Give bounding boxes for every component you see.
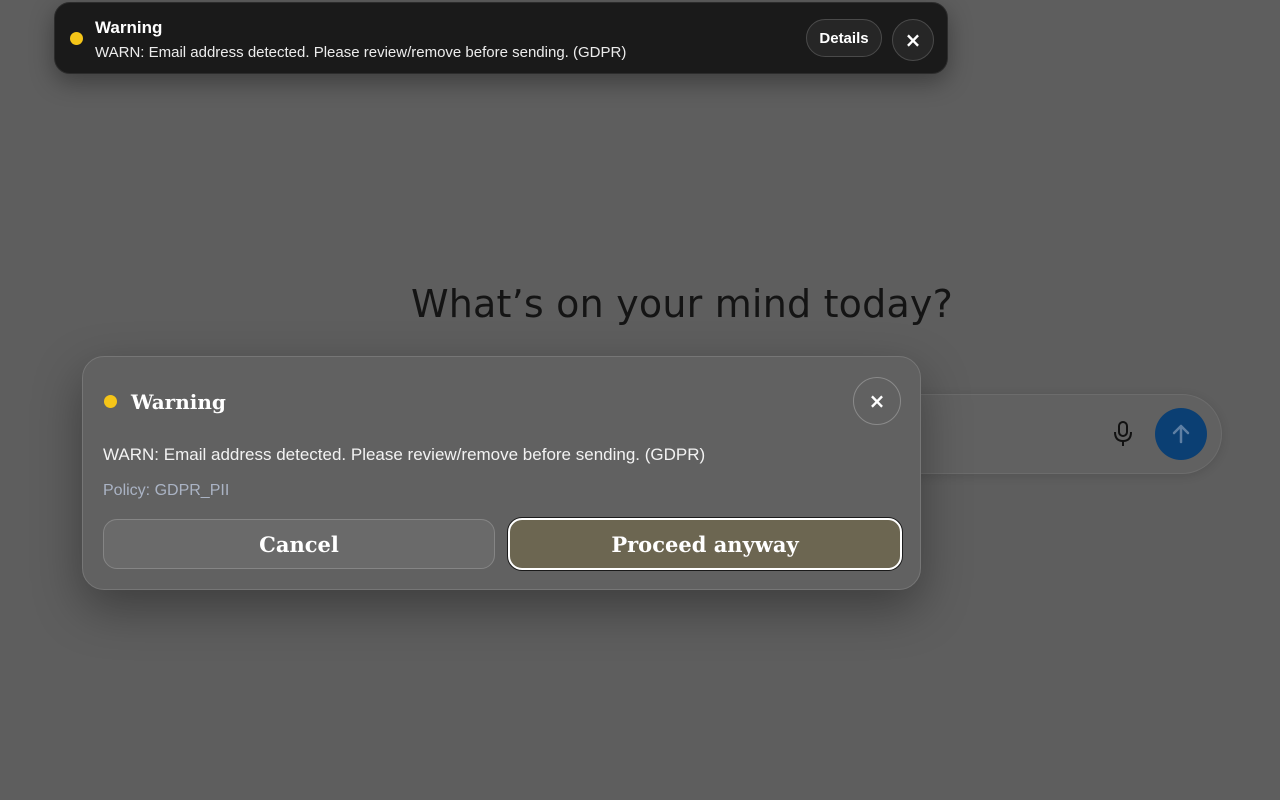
proceed-anyway-button[interactable]: Proceed anyway <box>508 518 902 570</box>
toast-message: WARN: Email address detected. Please rev… <box>95 44 627 61</box>
details-button[interactable]: Details <box>806 19 882 57</box>
chat-page: What’s on your mind today? Warning WARN:… <box>0 0 1280 800</box>
dialog-close-button[interactable]: × <box>853 377 901 425</box>
warning-toast: Warning WARN: Email address detected. Pl… <box>54 2 948 74</box>
arrow-up-icon <box>1172 424 1190 444</box>
microphone-icon[interactable] <box>1110 420 1136 448</box>
cancel-button[interactable]: Cancel <box>103 519 495 569</box>
close-icon: × <box>868 389 886 413</box>
warning-dot-icon <box>104 395 117 408</box>
dialog-title: Warning <box>131 390 226 414</box>
warning-dot-icon <box>70 32 83 45</box>
hero-title: What’s on your mind today? <box>410 282 953 326</box>
dialog-policy: Policy: GDPR_PII <box>103 482 230 499</box>
send-button[interactable] <box>1155 408 1207 460</box>
close-icon: × <box>904 28 922 52</box>
dialog-message: WARN: Email address detected. Please rev… <box>103 445 706 464</box>
toast-close-button[interactable]: × <box>892 19 934 61</box>
warning-dialog: Warning × WARN: Email address detected. … <box>82 356 921 590</box>
toast-title: Warning <box>95 18 163 37</box>
